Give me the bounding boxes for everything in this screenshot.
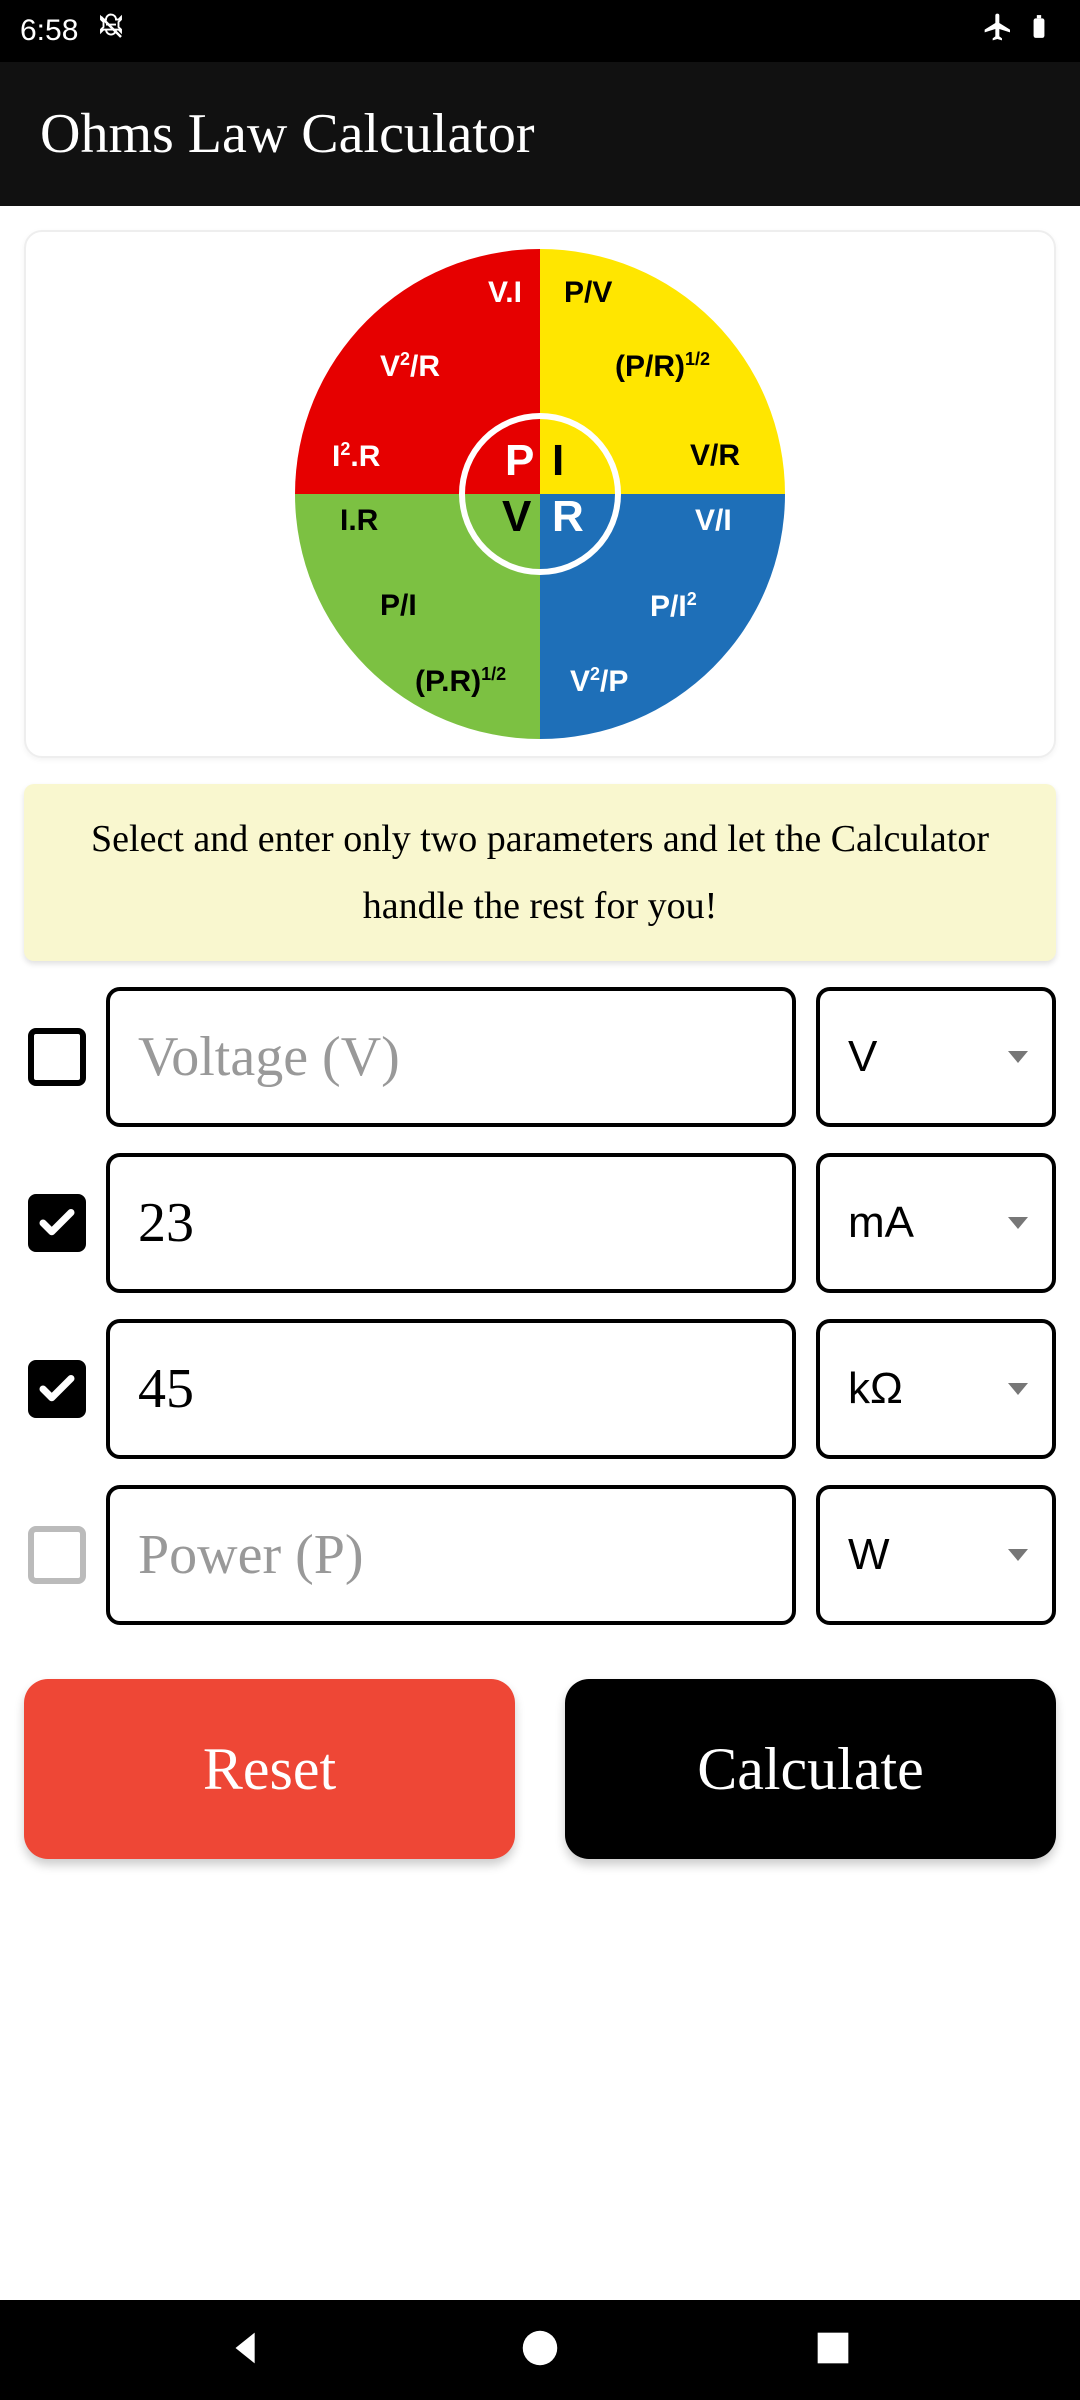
power-checkbox[interactable]: [28, 1526, 86, 1584]
chevron-down-icon: [1008, 1217, 1028, 1229]
voltage-unit-select[interactable]: V: [816, 987, 1056, 1127]
chevron-down-icon: [1008, 1549, 1028, 1561]
wheel-formula-yellow3: V/R: [690, 439, 740, 473]
wheel-formula-yellow1: P/V: [564, 276, 612, 310]
power-input[interactable]: Power (P): [106, 1485, 796, 1625]
nav-bar: [0, 2300, 1080, 2400]
wheel-formula-yellow2: (P/R)1/2: [615, 349, 710, 384]
nav-home-icon[interactable]: [517, 2325, 563, 2376]
check-icon: [36, 1368, 78, 1410]
wheel-center-p: P: [505, 436, 534, 486]
voltage-row: Voltage (V) V: [24, 987, 1056, 1127]
ohms-law-wheel-card: P I V R V.I V2/R I2.R P/V (P/R)1/2 V/R I…: [24, 230, 1056, 758]
wheel-formula-blue2: P/I2: [650, 589, 697, 624]
debug-icon: [96, 12, 126, 50]
resistance-unit-value: kΩ: [848, 1364, 903, 1414]
nav-recent-icon[interactable]: [810, 2325, 856, 2376]
status-bar: 6:58: [0, 0, 1080, 62]
voltage-input[interactable]: Voltage (V): [106, 987, 796, 1127]
current-unit-select[interactable]: mA: [816, 1153, 1056, 1293]
wheel-formula-blue3: V2/P: [570, 664, 628, 699]
power-unit-value: W: [848, 1530, 890, 1580]
power-row: Power (P) W: [24, 1485, 1056, 1625]
wheel-center-r: R: [552, 492, 584, 542]
ohms-law-wheel: P I V R V.I V2/R I2.R P/V (P/R)1/2 V/R I…: [280, 244, 800, 744]
reset-button[interactable]: Reset: [24, 1679, 515, 1859]
voltage-unit-value: V: [848, 1032, 877, 1082]
current-unit-value: mA: [848, 1198, 914, 1248]
wheel-formula-green2: P/I: [380, 589, 417, 623]
chevron-down-icon: [1008, 1383, 1028, 1395]
power-unit-select[interactable]: W: [816, 1485, 1056, 1625]
wheel-center-v: V: [502, 492, 531, 542]
battery-icon: [1026, 10, 1052, 52]
resistance-row: 45 kΩ: [24, 1319, 1056, 1459]
wheel-formula-green1: I.R: [340, 504, 378, 538]
check-icon: [36, 1202, 78, 1244]
wheel-formula-red3: I2.R: [332, 439, 380, 474]
wheel-formula-red1: V.I: [488, 276, 522, 310]
wheel-formula-red2: V2/R: [380, 349, 440, 384]
wheel-center-i: I: [552, 436, 564, 486]
hint-box: Select and enter only two parameters and…: [24, 784, 1056, 961]
current-input[interactable]: 23: [106, 1153, 796, 1293]
app-bar: Ohms Law Calculator: [0, 62, 1080, 206]
nav-back-icon[interactable]: [224, 2325, 270, 2376]
page-title: Ohms Law Calculator: [40, 102, 535, 166]
chevron-down-icon: [1008, 1051, 1028, 1063]
voltage-checkbox[interactable]: [28, 1028, 86, 1086]
resistance-checkbox[interactable]: [28, 1360, 86, 1418]
button-row: Reset Calculate: [24, 1679, 1056, 1859]
wheel-formula-green3: (P.R)1/2: [415, 664, 506, 699]
resistance-input[interactable]: 45: [106, 1319, 796, 1459]
airplane-icon: [982, 11, 1014, 51]
resistance-unit-select[interactable]: kΩ: [816, 1319, 1056, 1459]
calculate-button[interactable]: Calculate: [565, 1679, 1056, 1859]
current-checkbox[interactable]: [28, 1194, 86, 1252]
current-row: 23 mA: [24, 1153, 1056, 1293]
wheel-formula-blue1: V/I: [695, 504, 732, 538]
status-time: 6:58: [20, 14, 78, 48]
